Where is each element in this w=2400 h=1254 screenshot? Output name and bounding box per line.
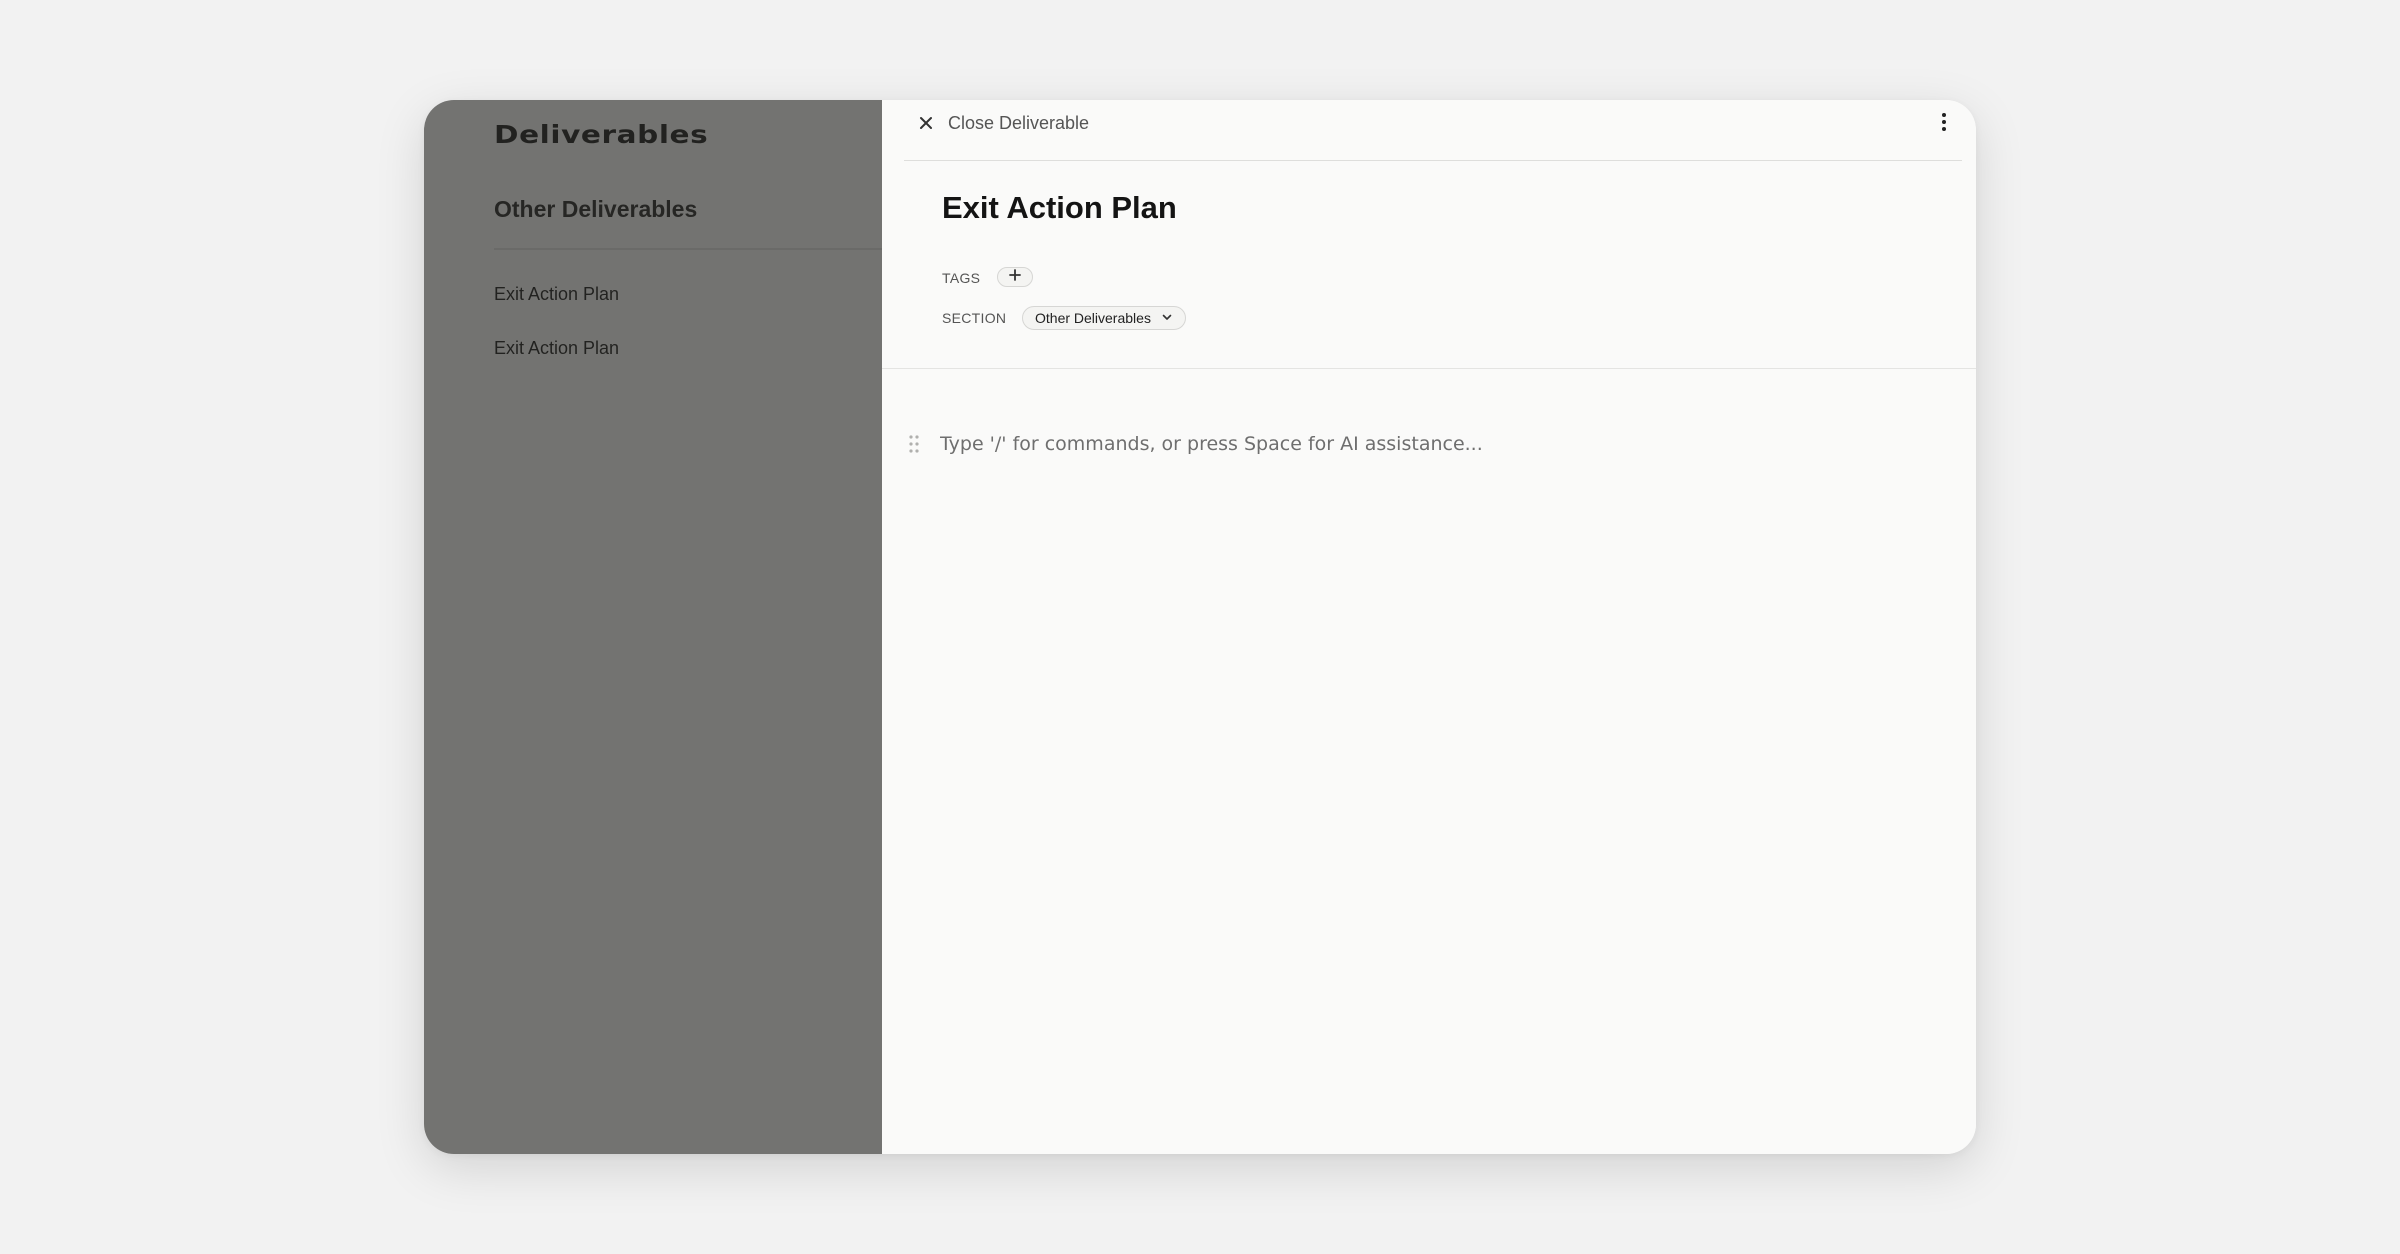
more-vertical-icon	[1932, 113, 1956, 138]
tags-label: TAGS	[942, 270, 981, 286]
add-tag-button[interactable]	[997, 267, 1033, 287]
section-label: SECTION	[942, 310, 1007, 326]
more-options-button[interactable]	[1932, 110, 1956, 134]
section-value: Other Deliverables	[1035, 310, 1151, 326]
sidebar-item-exit-action-plan[interactable]: Exit Action Plan	[494, 338, 619, 359]
chevron-down-icon	[1161, 310, 1173, 326]
plus-icon	[1008, 268, 1022, 287]
section-dropdown[interactable]: Other Deliverables	[1022, 306, 1186, 330]
close-deliverable-button[interactable]: Close Deliverable	[918, 110, 1089, 136]
sidebar: Deliverables Other Deliverables Exit Act…	[424, 100, 882, 1154]
sidebar-title: Deliverables	[494, 120, 709, 149]
sidebar-divider	[494, 248, 882, 250]
sidebar-item-exit-action-plan[interactable]: Exit Action Plan	[494, 284, 619, 305]
metadata-divider	[882, 368, 1976, 369]
header-divider	[904, 160, 1962, 161]
app-window: Deliverables Other Deliverables Exit Act…	[424, 100, 1976, 1154]
page-title[interactable]: Exit Action Plan	[942, 190, 1177, 226]
close-icon	[918, 115, 934, 131]
deliverable-panel: Close Deliverable Exit Action Plan TAGS …	[882, 100, 1976, 1154]
drag-handle-icon[interactable]	[908, 434, 920, 454]
close-deliverable-label: Close Deliverable	[948, 112, 1090, 133]
sidebar-section-heading: Other Deliverables	[494, 196, 698, 222]
editor-input[interactable]	[940, 430, 1940, 458]
